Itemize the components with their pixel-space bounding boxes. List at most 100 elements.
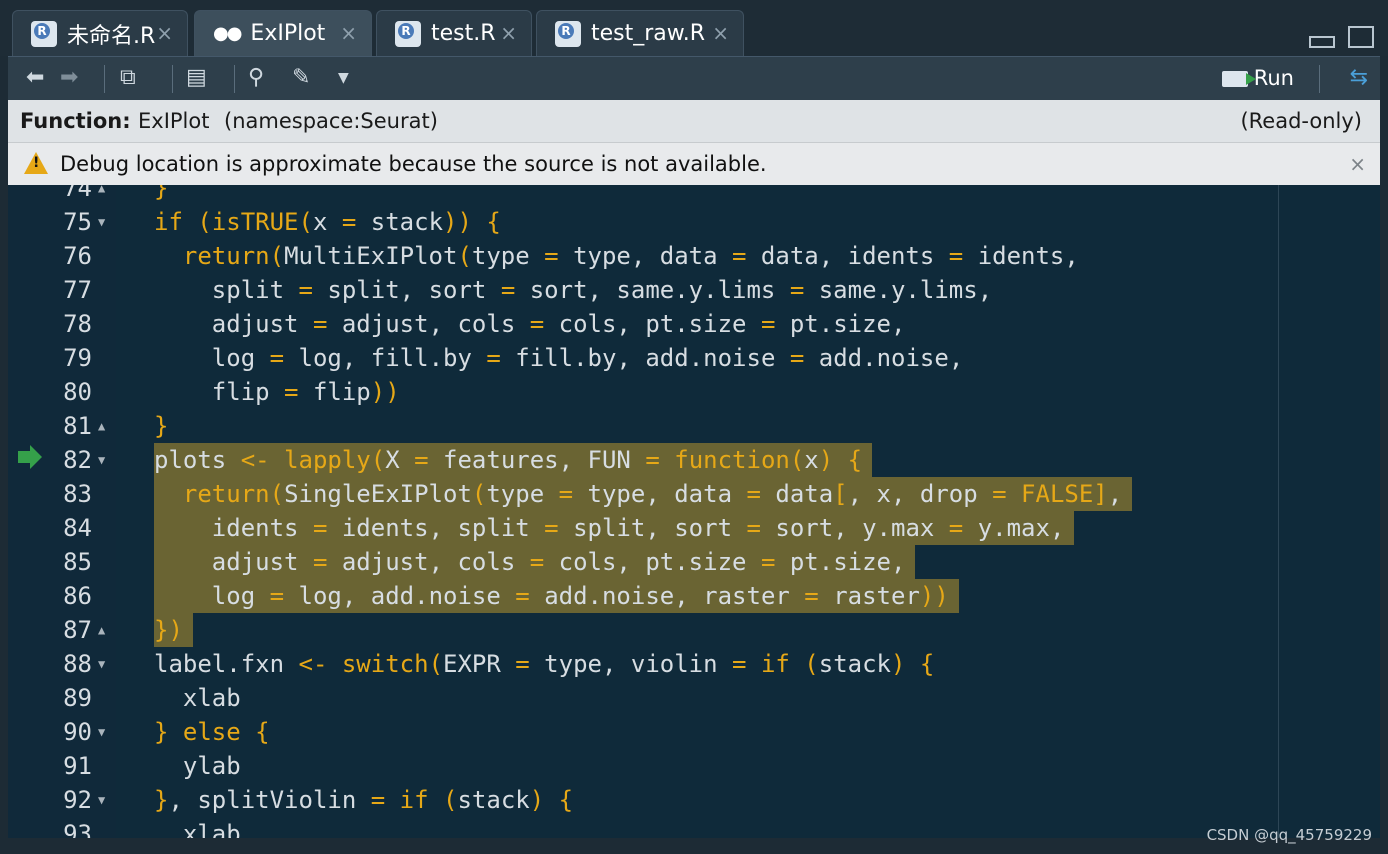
r-file-icon bbox=[31, 20, 57, 47]
function-name: ExIPlot bbox=[138, 109, 210, 133]
code-line[interactable]: 92 ▼ }, splitViolin = if (stack) { bbox=[8, 783, 1380, 817]
function-info-bar: Function: ExIPlot (namespace:Seurat) (Re… bbox=[8, 100, 1380, 142]
fold-up-icon[interactable]: ▲ bbox=[98, 613, 105, 647]
window-controls bbox=[1301, 24, 1374, 52]
tab-untitled[interactable]: 未命名.R × bbox=[12, 10, 188, 56]
code-text: xlab bbox=[182, 684, 241, 712]
code-line[interactable]: 75 ▼ if (isTRUE(x = stack)) { bbox=[8, 205, 1380, 239]
code-line[interactable]: 90 ▼ } else { bbox=[8, 715, 1380, 749]
chevron-down-icon[interactable]: ▼ bbox=[338, 63, 349, 93]
line-number: 85 bbox=[63, 548, 92, 576]
tab-exiplot[interactable]: ●● ExIPlot × bbox=[194, 10, 372, 56]
code-text: log = log, add.noise = add.noise, raster… bbox=[211, 582, 949, 610]
code-line[interactable]: 77 split = split, sort = sort, same.y.li… bbox=[8, 273, 1380, 307]
code-text: } bbox=[154, 185, 169, 202]
fold-down-icon[interactable]: ▼ bbox=[98, 647, 105, 681]
line-number: 89 bbox=[63, 684, 92, 712]
line-number: 87 bbox=[63, 616, 92, 644]
close-icon[interactable]: × bbox=[340, 21, 357, 45]
code-text: } bbox=[154, 412, 169, 440]
code-text: } else { bbox=[154, 718, 270, 746]
fold-down-icon[interactable]: ▼ bbox=[98, 205, 105, 239]
show-in-window-icon[interactable]: ⧉ bbox=[120, 63, 136, 93]
code-text: split = split, sort = sort, same.y.lims … bbox=[211, 276, 993, 304]
tab-label: test.R bbox=[431, 21, 496, 46]
code-line[interactable]: 82 ▼ plots <- lapply(X = features, FUN = f… bbox=[8, 443, 1380, 477]
r-file-icon bbox=[395, 20, 421, 47]
line-number: 86 bbox=[63, 582, 92, 610]
close-icon[interactable]: × bbox=[500, 21, 517, 45]
bottom-strip bbox=[0, 838, 1388, 854]
line-number: 79 bbox=[63, 344, 92, 372]
r-file-icon bbox=[555, 20, 581, 47]
code-line[interactable]: 81 ▲} bbox=[8, 409, 1380, 443]
line-number: 80 bbox=[63, 378, 92, 406]
code-text: plots <- lapply(X = features, FUN = func… bbox=[154, 446, 863, 474]
code-line[interactable]: 74 ▲} bbox=[8, 185, 1380, 205]
tab-label: 未命名.R bbox=[67, 23, 156, 49]
code-line[interactable]: 89 xlab bbox=[8, 681, 1380, 715]
magic-wand-icon[interactable]: ✎ bbox=[292, 63, 310, 93]
run-button[interactable]: Run bbox=[1221, 63, 1294, 93]
close-icon[interactable]: × bbox=[712, 21, 729, 45]
tab-bar: 未命名.R × ●● ExIPlot × test.R × test_raw.R… bbox=[0, 0, 1388, 56]
code-line[interactable]: 80 flip = flip)) bbox=[8, 375, 1380, 409]
search-icon[interactable]: ⚲ bbox=[248, 63, 264, 93]
warning-text: Debug location is approximate because th… bbox=[60, 152, 767, 176]
code-text: idents = idents, split = split, sort = s… bbox=[211, 514, 1065, 542]
function-namespace: (namespace:Seurat) bbox=[224, 109, 438, 133]
tab-label: test_raw.R bbox=[591, 21, 706, 46]
fold-up-icon[interactable]: ▲ bbox=[98, 409, 105, 443]
code-text: label.fxn <- switch(EXPR = type, violin … bbox=[154, 650, 935, 678]
line-number: 82 bbox=[63, 446, 92, 474]
print-icon[interactable]: ▤ bbox=[186, 63, 207, 93]
line-number: 90 bbox=[63, 718, 92, 746]
close-icon[interactable]: × bbox=[1349, 143, 1366, 185]
line-number: 76 bbox=[63, 242, 92, 270]
minimize-pane-button[interactable] bbox=[1308, 36, 1335, 48]
code-line[interactable]: 87 ▲}) bbox=[8, 613, 1380, 647]
run-icon bbox=[1221, 71, 1256, 87]
line-number: 91 bbox=[63, 752, 92, 780]
fold-down-icon[interactable]: ▼ bbox=[98, 443, 105, 477]
code-text: adjust = adjust, cols = cols, pt.size = … bbox=[211, 548, 906, 576]
code-line[interactable]: 83 return(SingleExIPlot(type = type, dat… bbox=[8, 477, 1380, 511]
watermark: CSDN @qq_45759229 bbox=[1206, 826, 1372, 844]
code-line[interactable]: 85 adjust = adjust, cols = cols, pt.size… bbox=[8, 545, 1380, 579]
toolbar-separator bbox=[104, 65, 105, 93]
fold-up-icon[interactable]: ▲ bbox=[98, 185, 105, 205]
maximize-pane-button[interactable] bbox=[1348, 26, 1374, 48]
line-number: 78 bbox=[63, 310, 92, 338]
code-line[interactable]: 79 log = log, fill.by = fill.by, add.noi… bbox=[8, 341, 1380, 375]
function-label: Function: bbox=[20, 109, 131, 133]
source-icon[interactable]: ⇆ bbox=[1350, 63, 1368, 93]
code-text: xlab bbox=[182, 820, 241, 838]
code-line[interactable]: 84 idents = idents, split = split, sort … bbox=[8, 511, 1380, 545]
fold-down-icon[interactable]: ▼ bbox=[98, 783, 105, 817]
tab-test-raw[interactable]: test_raw.R × bbox=[536, 10, 744, 56]
tab-test[interactable]: test.R × bbox=[376, 10, 532, 56]
code-line[interactable]: 86 log = log, add.noise = add.noise, ras… bbox=[8, 579, 1380, 613]
glasses-icon: ●● bbox=[213, 23, 242, 44]
warning-icon bbox=[24, 152, 48, 174]
line-number: 88 bbox=[63, 650, 92, 678]
back-arrow-icon[interactable]: ⬅ bbox=[26, 63, 44, 93]
debug-warning-bar: Debug location is approximate because th… bbox=[8, 142, 1380, 185]
forward-arrow-icon[interactable]: ➡ bbox=[60, 63, 78, 93]
code-line[interactable]: 78 adjust = adjust, cols = cols, pt.size… bbox=[8, 307, 1380, 341]
line-number: 75 bbox=[63, 208, 92, 236]
code-line[interactable]: 76 return(MultiExIPlot(type = type, data… bbox=[8, 239, 1380, 273]
code-line[interactable]: 88 ▼ label.fxn <- switch(EXPR = type, viol… bbox=[8, 647, 1380, 681]
tab-label: ExIPlot bbox=[250, 21, 326, 46]
code-line[interactable]: 93 xlab bbox=[8, 817, 1380, 838]
line-number: 84 bbox=[63, 514, 92, 542]
fold-down-icon[interactable]: ▼ bbox=[98, 715, 105, 749]
line-number: 83 bbox=[63, 480, 92, 508]
close-icon[interactable]: × bbox=[156, 21, 173, 45]
code-editor[interactable]: 74 ▲} 75 ▼ if (isTRUE(x = stack)) {76 return… bbox=[8, 185, 1380, 838]
line-number: 92 bbox=[63, 786, 92, 814]
toolbar-separator bbox=[234, 65, 235, 93]
code-text: }, splitViolin = if (stack) { bbox=[154, 786, 574, 814]
code-line[interactable]: 91 ylab bbox=[8, 749, 1380, 783]
code-text: }) bbox=[154, 616, 183, 644]
